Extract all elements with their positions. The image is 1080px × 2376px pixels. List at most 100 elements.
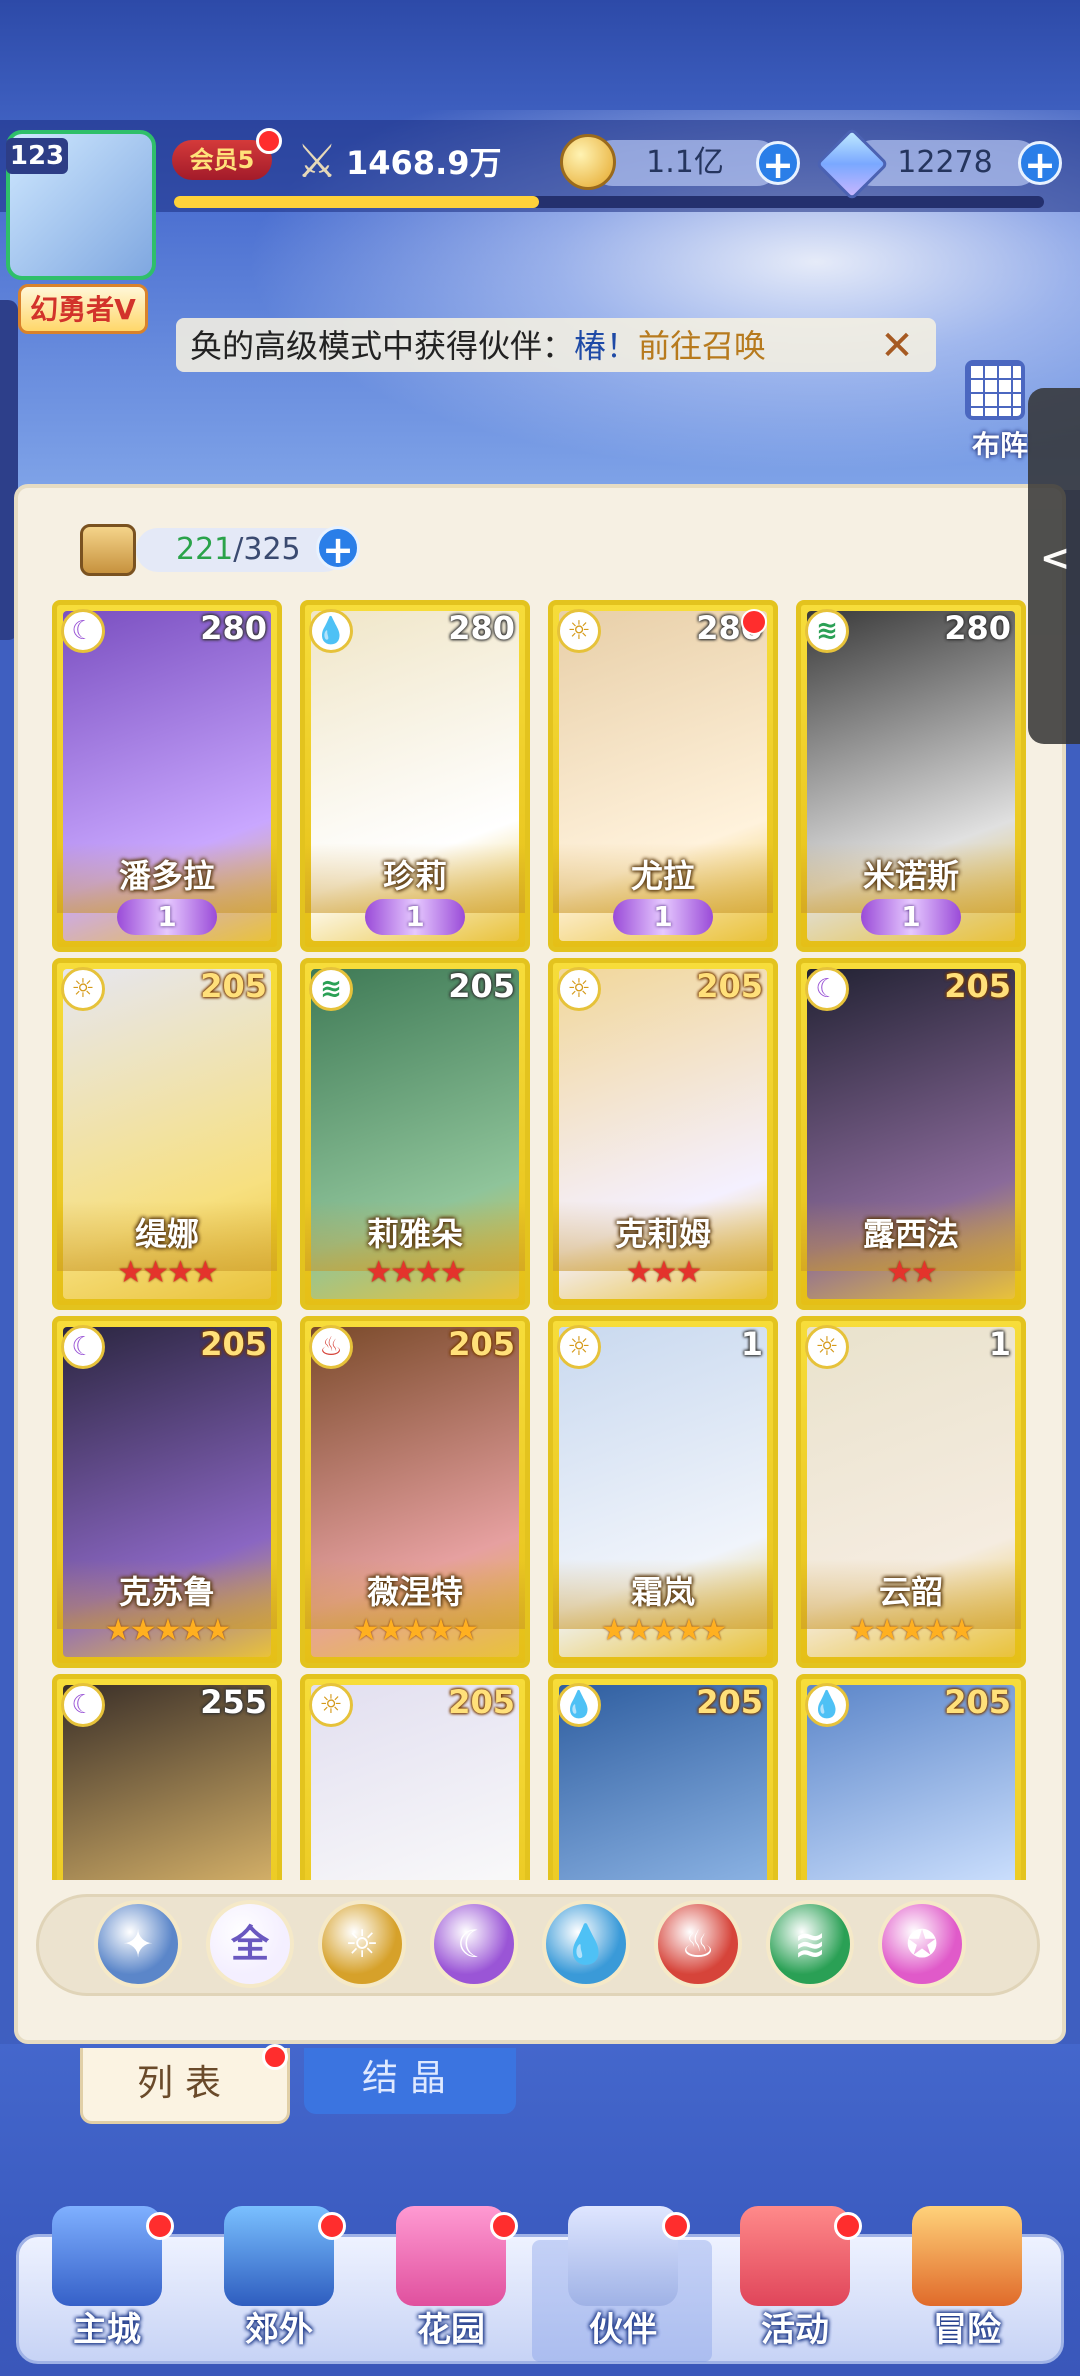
partner-level: 205	[944, 967, 1011, 1005]
filter-wind-button[interactable]: ≋	[766, 1900, 854, 1988]
notice-summon-link[interactable]: 前往召唤	[638, 327, 766, 365]
partner-name: 霜岚	[630, 1573, 695, 1611]
partner-level: 280	[200, 609, 267, 647]
fire-element-icon: ♨	[309, 1325, 353, 1369]
star-icon: ★	[129, 1613, 157, 1648]
filter-moon-button[interactable]: ☾	[430, 1900, 518, 1988]
moon-element-icon: ☾	[805, 967, 849, 1011]
tab-list[interactable]: 列表	[80, 2048, 290, 2124]
wind-element-icon: ≋	[805, 609, 849, 653]
star-icon: ★	[650, 1255, 678, 1290]
add-gold-button[interactable]: +	[756, 141, 800, 186]
side-drawer-tab[interactable]: <	[1028, 388, 1080, 744]
partner-card[interactable]: ☼ 1 云韶 ★★★★★	[796, 1316, 1026, 1668]
partner-level: 205	[944, 1683, 1011, 1721]
close-icon[interactable]: ✕	[872, 322, 922, 370]
tab-crystal[interactable]: 结晶	[304, 2048, 516, 2114]
notice-text: 奂的高级模式中获得伙伴：椿！前往召唤	[190, 322, 766, 370]
nav-item[interactable]: 伙伴	[538, 2206, 708, 2356]
star-rating: ★★★★	[57, 1255, 277, 1290]
water-element-icon: 💧	[557, 1683, 601, 1727]
list-tab-red-dot	[262, 2044, 288, 2070]
star-icon: ★	[402, 1613, 430, 1648]
partner-level: 280	[944, 609, 1011, 647]
partner-card[interactable]: ☾ 205 露西法 ★★	[796, 958, 1026, 1310]
star-icon: ★	[117, 1255, 144, 1290]
partner-name: 薇涅特	[366, 1573, 463, 1611]
nav-label: 伙伴	[589, 2310, 657, 2350]
star-icon: ★	[911, 1255, 938, 1290]
star-icon: ★	[390, 1255, 417, 1290]
filter-fire-button[interactable]: ♨	[654, 1900, 742, 1988]
partner-level: 205	[448, 967, 515, 1005]
partner-name: 克莉姆	[614, 1215, 711, 1253]
star-icon: ★	[625, 1255, 653, 1290]
partner-name: 露西法	[862, 1215, 959, 1253]
nav-label: 活动	[761, 2310, 829, 2350]
partner-name: 缇娜	[134, 1215, 199, 1253]
gold-amount: 1.1亿	[590, 140, 780, 186]
filter-all-button[interactable]: 全	[206, 1900, 294, 1988]
light-element-icon: ☼	[61, 967, 105, 1011]
capacity-count: 221/325	[176, 528, 301, 572]
partner-card[interactable]: ☼ 1 霜岚 ★★★★★	[548, 1316, 778, 1668]
star-icon: ★	[142, 1255, 169, 1290]
nav-item[interactable]: 花园	[366, 2206, 536, 2356]
partner-card[interactable]: ☼ 205	[300, 1674, 530, 1880]
nav-icon	[568, 2206, 678, 2306]
partner-level: 1	[740, 1325, 763, 1363]
partner-card[interactable]: ☾ 205 克苏鲁 ★★★★★	[52, 1316, 282, 1668]
partner-capacity: 221/325 +	[80, 520, 380, 580]
partner-card[interactable]: ☼ 280 尤拉 1	[548, 600, 778, 952]
partner-level: 280	[448, 609, 515, 647]
filter-water-button[interactable]: 💧	[542, 1900, 630, 1988]
star-icon: ★	[439, 1255, 467, 1290]
formation-grid-icon	[965, 360, 1025, 420]
notice-partner: 椿！	[574, 327, 639, 365]
nav-item[interactable]: 活动	[710, 2206, 880, 2356]
awaken-wings-badge: 1	[613, 899, 713, 935]
star-icon: ★	[675, 1255, 702, 1290]
star-icon: ★	[204, 1613, 231, 1648]
capacity-max: 325	[243, 532, 301, 567]
partner-level: 255	[200, 1683, 267, 1721]
expand-capacity-button[interactable]: +	[316, 526, 360, 571]
partner-card[interactable]: ☾ 255	[52, 1674, 282, 1880]
partner-name: 珍莉	[382, 857, 447, 895]
partner-card[interactable]: 💧 280 珍莉 1	[300, 600, 530, 952]
partner-grid: ☾ 280 潘多拉 1 💧 280 珍莉 1 ☼ 280 尤拉 1 ≋ 280 米诺斯 1 ☼ 205 缇娜 ★★★★…	[52, 600, 1028, 1880]
nav-label: 冒险	[933, 2310, 1001, 2350]
partner-card[interactable]: ♨ 205 薇涅特 ★★★★★	[300, 1316, 530, 1668]
partner-card[interactable]: ☾ 280 潘多拉 1	[52, 600, 282, 952]
nav-item[interactable]: 主城	[22, 2206, 192, 2356]
nav-item[interactable]: 冒险	[882, 2206, 1052, 2356]
nav-icon	[912, 2206, 1022, 2306]
filter-special-button[interactable]: ✦	[94, 1900, 182, 1988]
partner-card[interactable]: 💧 205	[796, 1674, 1026, 1880]
star-rating: ★★★★★	[305, 1613, 525, 1648]
star-icon: ★	[452, 1613, 479, 1648]
combat-power: 1468.9万	[346, 144, 502, 182]
nav-red-dot	[834, 2212, 862, 2240]
star-icon: ★	[700, 1613, 727, 1648]
awaken-wings-badge: 1	[365, 899, 465, 935]
add-diamond-button[interactable]: +	[1018, 141, 1062, 186]
partner-card[interactable]: ☼ 205 克莉姆 ★★★	[548, 958, 778, 1310]
power-icon: ⚔	[296, 134, 338, 188]
partner-card[interactable]: ≋ 280 米诺斯 1	[796, 600, 1026, 952]
partner-card[interactable]: 💧 205	[548, 1674, 778, 1880]
partner-card[interactable]: ☼ 205 缇娜 ★★★★	[52, 958, 282, 1310]
water-element-icon: 💧	[309, 609, 353, 653]
chevron-left-icon: <	[1040, 538, 1071, 579]
partner-card[interactable]: ≋ 205 莉雅朵 ★★★★	[300, 958, 530, 1310]
star-icon: ★	[365, 1255, 392, 1290]
star-icon: ★	[873, 1613, 901, 1648]
nav-item[interactable]: 郊外	[194, 2206, 364, 2356]
filter-star-button[interactable]: ✪	[878, 1900, 966, 1988]
exp-bar-fill	[174, 196, 540, 208]
player-title-badge[interactable]: 幻勇者V	[18, 284, 148, 334]
filter-light-button[interactable]: ☼	[318, 1900, 406, 1988]
nav-icon	[740, 2206, 850, 2306]
star-icon: ★	[377, 1613, 405, 1648]
star-icon: ★	[923, 1613, 950, 1648]
